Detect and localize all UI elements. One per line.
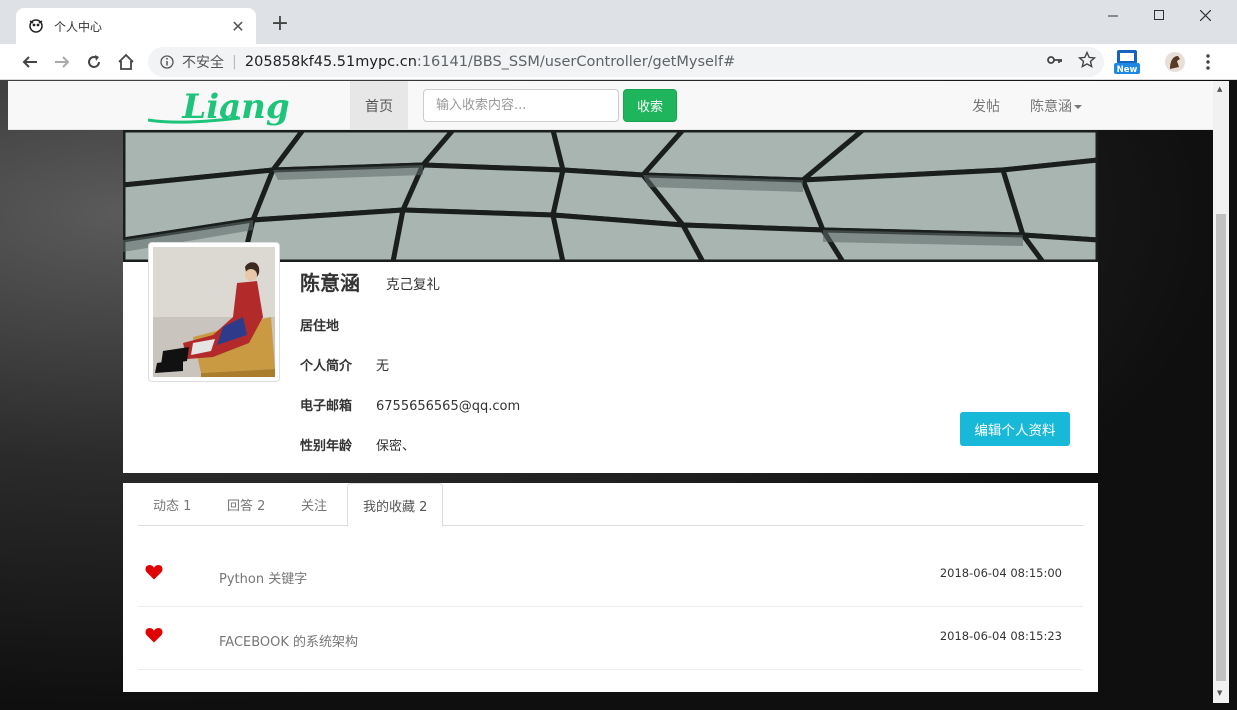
scroll-down-icon[interactable]: ▼ [1217,689,1222,697]
profile-avatar-button[interactable] [1162,49,1188,75]
field-label: 性别年龄 [300,439,353,454]
extension-new-icon: New [1114,50,1140,75]
extension-badge: New [1117,65,1138,75]
browser-tab[interactable]: 个人中心 ✕ [16,8,256,44]
site-navbar: Liang 首页 收索 发帖 陈意涵 [8,81,1213,130]
page-scrollbar[interactable]: ▲ ▼ [1213,81,1229,703]
info-icon[interactable] [160,55,174,69]
avatar-photo [153,247,275,377]
profile-panel: 陈意涵 克己复礼 居住地 个人简介 无 电子邮箱 6755656565@qq.com… [123,242,1098,473]
favorite-title-link[interactable]: FACEBOOK 的系统架构 [219,631,358,650]
address-bar[interactable]: 不安全 | 205858kf45.51mypc.cn:16141/BBS_SSM… [148,47,1104,77]
nav-user-dropdown[interactable]: 陈意涵 [1030,96,1082,116]
list-item: FACEBOOK 的系统架构 2018-06-04 08:15:23 [138,607,1083,670]
minimize-icon [1108,15,1118,17]
browser-menu-button[interactable] [1195,49,1221,75]
nav-home-link[interactable]: 首页 [350,81,408,130]
close-window-button[interactable] [1182,4,1228,26]
home-button[interactable] [114,50,138,74]
omnibox-divider: | [232,54,237,70]
profile-field-gender-age: 性别年龄 保密、 [300,435,415,454]
scroll-up-icon[interactable]: ▲ [1217,85,1222,93]
favicon-icon [29,19,43,33]
field-value: 6755656565@qq.com [376,399,521,414]
avatar-horse-icon [1165,52,1185,72]
field-label: 电子邮箱 [300,399,353,414]
key-icon[interactable] [1046,51,1064,69]
tab-following[interactable]: 关注 [286,483,342,526]
heart-icon[interactable] [145,564,163,580]
maximize-icon [1154,10,1164,20]
extension-button[interactable]: New [1114,49,1140,75]
nav-user-name: 陈意涵 [1030,99,1072,115]
profile-name: 陈意涵 [300,271,360,295]
list-item: Python 关键字 2018-06-04 08:15:00 [138,544,1083,607]
page-viewport: Liang 首页 收索 发帖 陈意涵 [8,81,1213,703]
maximize-button[interactable] [1136,4,1182,26]
search-button[interactable]: 收索 [623,89,677,122]
minimize-button[interactable] [1090,4,1136,26]
back-button[interactable] [18,50,42,74]
arrow-right-icon [55,56,70,68]
tab-my-favorites[interactable]: 我的收藏 2 [347,483,444,527]
new-tab-button[interactable]: + [268,12,292,36]
profile-motto: 克己复礼 [386,277,440,293]
home-icon [118,53,134,70]
profile-tabs: 动态 1 回答 2 关注 我的收藏 2 [138,483,1083,527]
favorite-title-link[interactable]: Python 关键字 [219,568,307,587]
field-label: 个人简介 [300,359,353,374]
reload-button[interactable] [82,50,106,74]
url-host: 205858kf45.51mypc.cn [244,54,417,70]
avatar[interactable] [148,242,280,382]
arrow-left-icon [22,56,37,68]
browser-tabstrip: 个人中心 ✕ + [0,0,1237,44]
insecure-label: 不安全 [182,55,224,71]
edit-profile-button[interactable]: 编辑个人资料 [960,412,1070,446]
browser-toolbar: 不安全 | 205858kf45.51mypc.cn:16141/BBS_SSM… [0,44,1237,80]
nav-post-link[interactable]: 发帖 [972,96,1000,116]
site-logo[interactable]: Liang [144,88,328,126]
field-label: 居住地 [300,319,340,334]
tab-activity[interactable]: 动态 1 [138,483,206,526]
profile-field-bio: 个人简介 无 [300,355,389,374]
caret-down-icon [1074,105,1082,109]
favorite-time: 2018-06-04 08:15:23 [939,629,1062,643]
heart-icon[interactable] [145,627,163,643]
more-vertical-icon [1206,54,1210,70]
tab-answers[interactable]: 回答 2 [212,483,280,526]
search-input[interactable] [423,89,619,122]
field-value: 无 [376,359,390,374]
tab-title: 个人中心 [54,19,103,34]
field-value: 保密、 [376,439,416,454]
activity-tabs-panel: 动态 1 回答 2 关注 我的收藏 2 Python 关键字 2018-06-0… [123,483,1098,692]
profile-field-email: 电子邮箱 6755656565@qq.com [300,395,520,414]
logo-text: Liang [181,88,289,126]
url-path: :16141/BBS_SSM/userController/getMyself# [416,54,736,70]
scroll-thumb[interactable] [1216,214,1226,681]
favorite-time: 2018-06-04 08:15:00 [939,566,1062,580]
avatar-photo-art [153,247,275,377]
profile-field-residence: 居住地 [300,315,376,334]
close-icon [1199,9,1211,21]
star-icon[interactable] [1078,51,1096,69]
forward-button[interactable] [50,50,74,74]
close-tab-icon[interactable]: ✕ [230,17,246,36]
reload-icon [88,55,100,68]
